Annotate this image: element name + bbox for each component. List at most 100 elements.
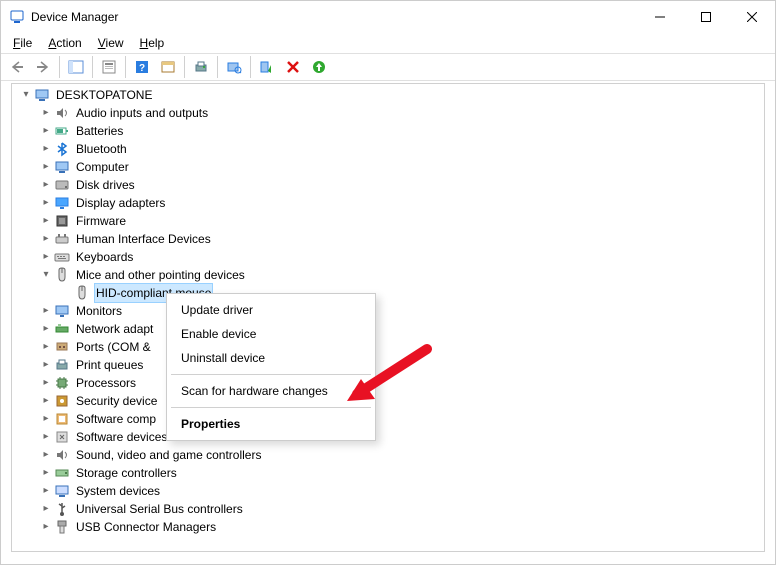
mouse-icon [74,285,90,301]
tree-category[interactable]: ▸ Processors [14,374,764,392]
tree-category[interactable]: ▸ Software devices [14,428,764,446]
back-button[interactable] [5,56,29,78]
context-menu: Update driver Enable device Uninstall de… [166,293,376,441]
menu-action[interactable]: Action [40,33,89,53]
chevron-right-icon[interactable]: ▸ [38,303,54,319]
computer-icon [34,87,50,103]
close-button[interactable] [729,1,775,33]
tree-category[interactable]: ▸ Sound, video and game controllers [14,446,764,464]
enable-device-button[interactable] [255,56,279,78]
chevron-right-icon[interactable]: ▸ [38,195,54,211]
ctx-update-driver[interactable]: Update driver [169,298,373,322]
tree-category[interactable]: ▸ Security device [14,392,764,410]
chevron-right-icon[interactable]: ▸ [38,411,54,427]
tree-category[interactable]: ▸ Bluetooth [14,140,764,158]
tree-category[interactable]: ▸ Monitors [14,302,764,320]
context-menu-separator [171,374,371,375]
help-toolbar-button[interactable]: ? [130,56,154,78]
properties-toolbar-button[interactable] [97,56,121,78]
sound-icon [54,447,70,463]
ctx-properties[interactable]: Properties [169,412,373,436]
chevron-right-icon[interactable]: ▸ [38,519,54,535]
tree-category-mice[interactable]: ▾ Mice and other pointing devices [14,266,764,284]
update-driver-button[interactable] [307,56,331,78]
chevron-right-icon[interactable]: ▸ [38,375,54,391]
menu-view[interactable]: View [90,33,132,53]
software-comp-icon [54,411,70,427]
menu-file[interactable]: File [5,33,40,53]
chevron-right-icon[interactable]: ▸ [38,141,54,157]
tree-category[interactable]: ▸ Firmware [14,212,764,230]
context-menu-separator [171,407,371,408]
chevron-right-icon[interactable]: ▸ [38,249,54,265]
storage-icon [54,465,70,481]
ports-icon [54,339,70,355]
chevron-right-icon[interactable]: ▸ [38,213,54,229]
uninstall-device-button[interactable] [281,56,305,78]
forward-button[interactable] [31,56,55,78]
chevron-right-icon[interactable]: ▸ [38,123,54,139]
firmware-icon [54,213,70,229]
tree-category[interactable]: ▸ Display adapters [14,194,764,212]
tree-category[interactable]: ▸ Network adapt [14,320,764,338]
tree-category[interactable]: ▸ Disk drives [14,176,764,194]
chevron-right-icon[interactable]: ▸ [38,429,54,445]
svg-text:?: ? [139,63,145,74]
tree-category[interactable]: ▸ System devices [14,482,764,500]
scan-hardware-button[interactable] [222,56,246,78]
chevron-down-icon[interactable]: ▾ [38,267,54,283]
audio-icon [54,105,70,121]
tree-category[interactable]: ▸ USB Connector Managers [14,518,764,536]
tree-category[interactable]: ▸ Universal Serial Bus controllers [14,500,764,518]
tree-category[interactable]: ▸ Software comp [14,410,764,428]
chevron-right-icon[interactable]: ▸ [38,321,54,337]
chevron-right-icon[interactable]: ▸ [38,393,54,409]
monitor-icon [54,303,70,319]
menu-help[interactable]: Help [132,33,173,53]
tree-category[interactable]: ▸ Storage controllers [14,464,764,482]
battery-icon [54,123,70,139]
chevron-right-icon[interactable]: ▸ [38,159,54,175]
chevron-right-icon[interactable]: ▸ [38,231,54,247]
title-bar: Device Manager [1,1,775,33]
software-dev-icon [54,429,70,445]
print-toolbar-button[interactable] [189,56,213,78]
tree-device-hid-mouse[interactable]: HID-compliant mouse [14,284,764,302]
chevron-right-icon[interactable]: ▸ [38,177,54,193]
disk-icon [54,177,70,193]
tree-category[interactable]: ▸ Audio inputs and outputs [14,104,764,122]
ctx-scan-hardware[interactable]: Scan for hardware changes [169,379,373,403]
tree-root-label: DESKTOPATONE [54,86,154,104]
chevron-right-icon[interactable]: ▸ [38,447,54,463]
chevron-right-icon[interactable]: ▸ [38,465,54,481]
action-toolbar-button[interactable] [156,56,180,78]
maximize-button[interactable] [683,1,729,33]
usb-connector-icon [54,519,70,535]
chevron-right-icon[interactable]: ▸ [38,357,54,373]
printer-icon [54,357,70,373]
tree-category[interactable]: ▸ Print queues [14,356,764,374]
window-title: Device Manager [31,10,637,24]
ctx-enable-device[interactable]: Enable device [169,322,373,346]
menu-bar: File Action View Help [1,33,775,53]
tree-category[interactable]: ▸ Keyboards [14,248,764,266]
chevron-right-icon[interactable]: ▸ [38,501,54,517]
chevron-right-icon[interactable]: ▸ [38,483,54,499]
keyboard-icon [54,249,70,265]
show-hide-tree-button[interactable] [64,56,88,78]
chevron-right-icon[interactable]: ▸ [38,105,54,121]
tree-category[interactable]: ▸ Ports (COM & [14,338,764,356]
tree-category[interactable]: ▸ Computer [14,158,764,176]
tree-root[interactable]: ▾ DESKTOPATONE [14,86,764,104]
usb-icon [54,501,70,517]
device-tree-pane[interactable]: ▾ DESKTOPATONE ▸ Audio inputs and output… [11,83,765,552]
tree-category[interactable]: ▸ Human Interface Devices [14,230,764,248]
minimize-button[interactable] [637,1,683,33]
security-icon [54,393,70,409]
ctx-uninstall-device[interactable]: Uninstall device [169,346,373,370]
chevron-right-icon[interactable]: ▸ [38,339,54,355]
tree-category[interactable]: ▸ Batteries [14,122,764,140]
processor-icon [54,375,70,391]
toolbar: ? [1,53,775,81]
chevron-down-icon[interactable]: ▾ [18,87,34,103]
